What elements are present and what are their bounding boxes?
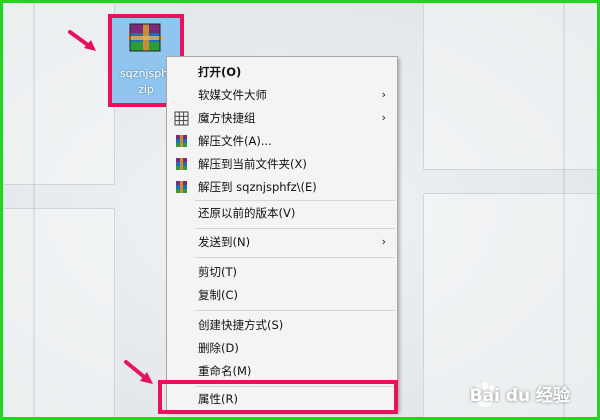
highlight-box-properties — [158, 380, 398, 414]
menu-item-open[interactable]: 打开(O) — [167, 61, 397, 83]
menu-item-label: 创建快捷方式(S) — [198, 318, 284, 332]
menu-item-label: 还原以前的版本(V) — [198, 206, 296, 220]
pointer-arrow-icon — [68, 30, 96, 51]
submenu-arrow-icon: › — [381, 111, 386, 124]
grid-icon — [174, 111, 189, 126]
pointer-arrow-icon — [124, 360, 153, 384]
menu-separator — [195, 228, 395, 229]
menu-item-label: 解压到 sqznjsphfz\(E) — [198, 180, 317, 194]
door-edge — [563, 3, 565, 417]
winrar-icon — [176, 158, 187, 170]
winrar-icon — [176, 181, 187, 193]
context-menu: 打开(O) 软媒文件大师 › 魔方快捷组 › 解压文件(A)... 解压到当前文… — [166, 56, 398, 412]
menu-item-rename[interactable]: 重命名(M) — [167, 360, 397, 382]
menu-item-delete[interactable]: 删除(D) — [167, 337, 397, 359]
menu-item-cut[interactable]: 剪切(T) — [167, 261, 397, 283]
submenu-arrow-icon: › — [381, 235, 386, 248]
menu-item-copy[interactable]: 复制(C) — [167, 284, 397, 306]
door-panel — [3, 208, 115, 417]
menu-item-label: 打开(O) — [198, 65, 242, 79]
door-edge — [33, 3, 35, 417]
menu-item-label: 发送到(N) — [198, 235, 251, 249]
submenu-arrow-icon: › — [381, 88, 386, 101]
baidu-watermark: Bai du 经验 — [469, 386, 570, 406]
menu-item-quick-group[interactable]: 魔方快捷组 › — [167, 107, 397, 129]
menu-item-send-to[interactable]: 发送到(N) › — [167, 231, 397, 253]
menu-item-extract-here[interactable]: 解压到当前文件夹(X) — [167, 153, 397, 175]
menu-item-file-master[interactable]: 软媒文件大师 › — [167, 84, 397, 106]
menu-separator — [195, 310, 395, 311]
menu-separator — [195, 257, 395, 258]
menu-item-label: 魔方快捷组 — [198, 111, 256, 125]
menu-item-create-shortcut[interactable]: 创建快捷方式(S) — [167, 314, 397, 336]
menu-item-restore-versions[interactable]: 还原以前的版本(V) — [167, 202, 397, 224]
menu-item-label: 解压文件(A)... — [198, 134, 272, 148]
winrar-icon — [176, 135, 187, 147]
menu-item-extract-to-folder[interactable]: 解压到 sqznjsphfz\(E) — [167, 176, 397, 198]
door-panel — [423, 3, 597, 170]
menu-item-label: 剪切(T) — [198, 265, 237, 279]
menu-separator — [195, 200, 395, 201]
menu-item-label: 删除(D) — [198, 341, 239, 355]
menu-item-extract-files[interactable]: 解压文件(A)... — [167, 130, 397, 152]
menu-item-label: 复制(C) — [198, 288, 239, 302]
menu-item-label: 解压到当前文件夹(X) — [198, 157, 307, 171]
menu-item-label: 软媒文件大师 — [198, 88, 267, 102]
menu-item-label: 重命名(M) — [198, 364, 252, 378]
